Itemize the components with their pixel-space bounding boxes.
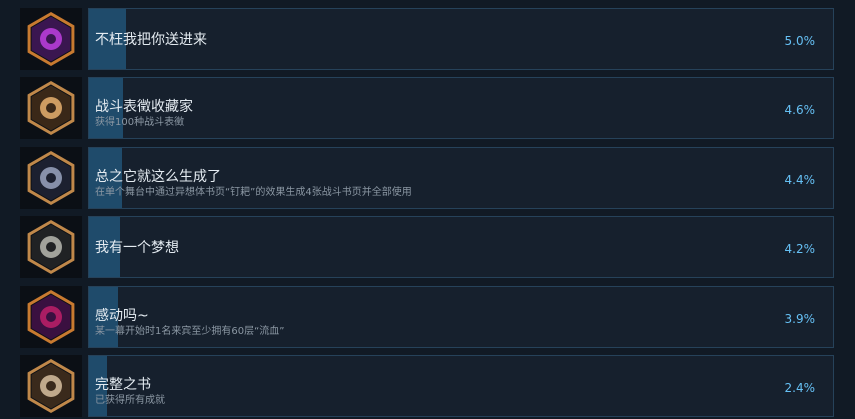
achievement-row[interactable]: 总之它就这么生成了 在单个舞台中通过异想体书页“钉耙”的效果生成4张战斗书页并全部…: [0, 146, 855, 209]
unlock-percent: 4.2%: [784, 242, 816, 257]
unlock-percent: 4.4%: [784, 172, 816, 187]
achievement-row[interactable]: 不枉我把你送进来 5.0%: [0, 8, 855, 70]
achievement-description: 获得100种战斗表徵: [95, 117, 185, 129]
unlock-percent: 3.9%: [784, 311, 816, 326]
dark-haired-character-portrait-icon: [20, 146, 82, 209]
progress-bar: 感动吗~ 某一幕开始时1名来宾至少拥有60层“流血” 3.9%: [88, 285, 834, 348]
achievement-description: 已获得所有成就: [95, 395, 165, 406]
achievement-description: 某一幕开始时1名来宾至少拥有60层“流血”: [95, 325, 285, 337]
achievement-row[interactable]: 战斗表徵收藏家 获得100种战斗表徵 4.6%: [0, 77, 855, 140]
achievement-row[interactable]: 感动吗~ 某一幕开始时1名来宾至少拥有60层“流血” 3.9%: [0, 285, 855, 348]
progress-bar: 完整之书 已获得所有成就 2.4%: [88, 355, 834, 417]
unlock-percent: 2.4%: [784, 381, 816, 395]
achievement-row[interactable]: 完整之书 已获得所有成就 2.4%: [0, 355, 855, 417]
progress-bar: 战斗表徵收藏家 获得100种战斗表徵 4.6%: [88, 77, 834, 140]
achievement-description: 在单个舞台中通过异想体书页“钉耙”的效果生成4张战斗书页并全部使用: [95, 186, 412, 198]
bookshelf-character-emblem-icon: [20, 355, 82, 417]
unlock-percent: 5.0%: [784, 34, 816, 48]
golden-tree-emblem-icon: [20, 77, 82, 140]
red-purple-blood-emblem-icon: [20, 285, 82, 348]
purple-crown-emblem-icon: [20, 8, 82, 70]
achievement-row[interactable]: 我有一个梦想 4.2%: [0, 216, 855, 279]
progress-bar: 不枉我把你送进来 5.0%: [88, 8, 834, 70]
achievement-title: 我有一个梦想: [95, 240, 179, 257]
achievement-list: 不枉我把你送进来 5.0% 战斗表徵收藏家 获得100种战斗表徵 4.6% 总之它就这么生…: [0, 0, 855, 419]
progress-bar: 总之它就这么生成了 在单个舞台中通过异想体书页“钉耙”的效果生成4张战斗书页并全部…: [88, 146, 834, 209]
unlock-percent: 4.6%: [784, 103, 816, 118]
achievement-title: 不枉我把你送进来: [95, 32, 207, 48]
gray-haired-character-portrait-icon: [20, 216, 82, 279]
progress-bar: 我有一个梦想 4.2%: [88, 216, 834, 279]
